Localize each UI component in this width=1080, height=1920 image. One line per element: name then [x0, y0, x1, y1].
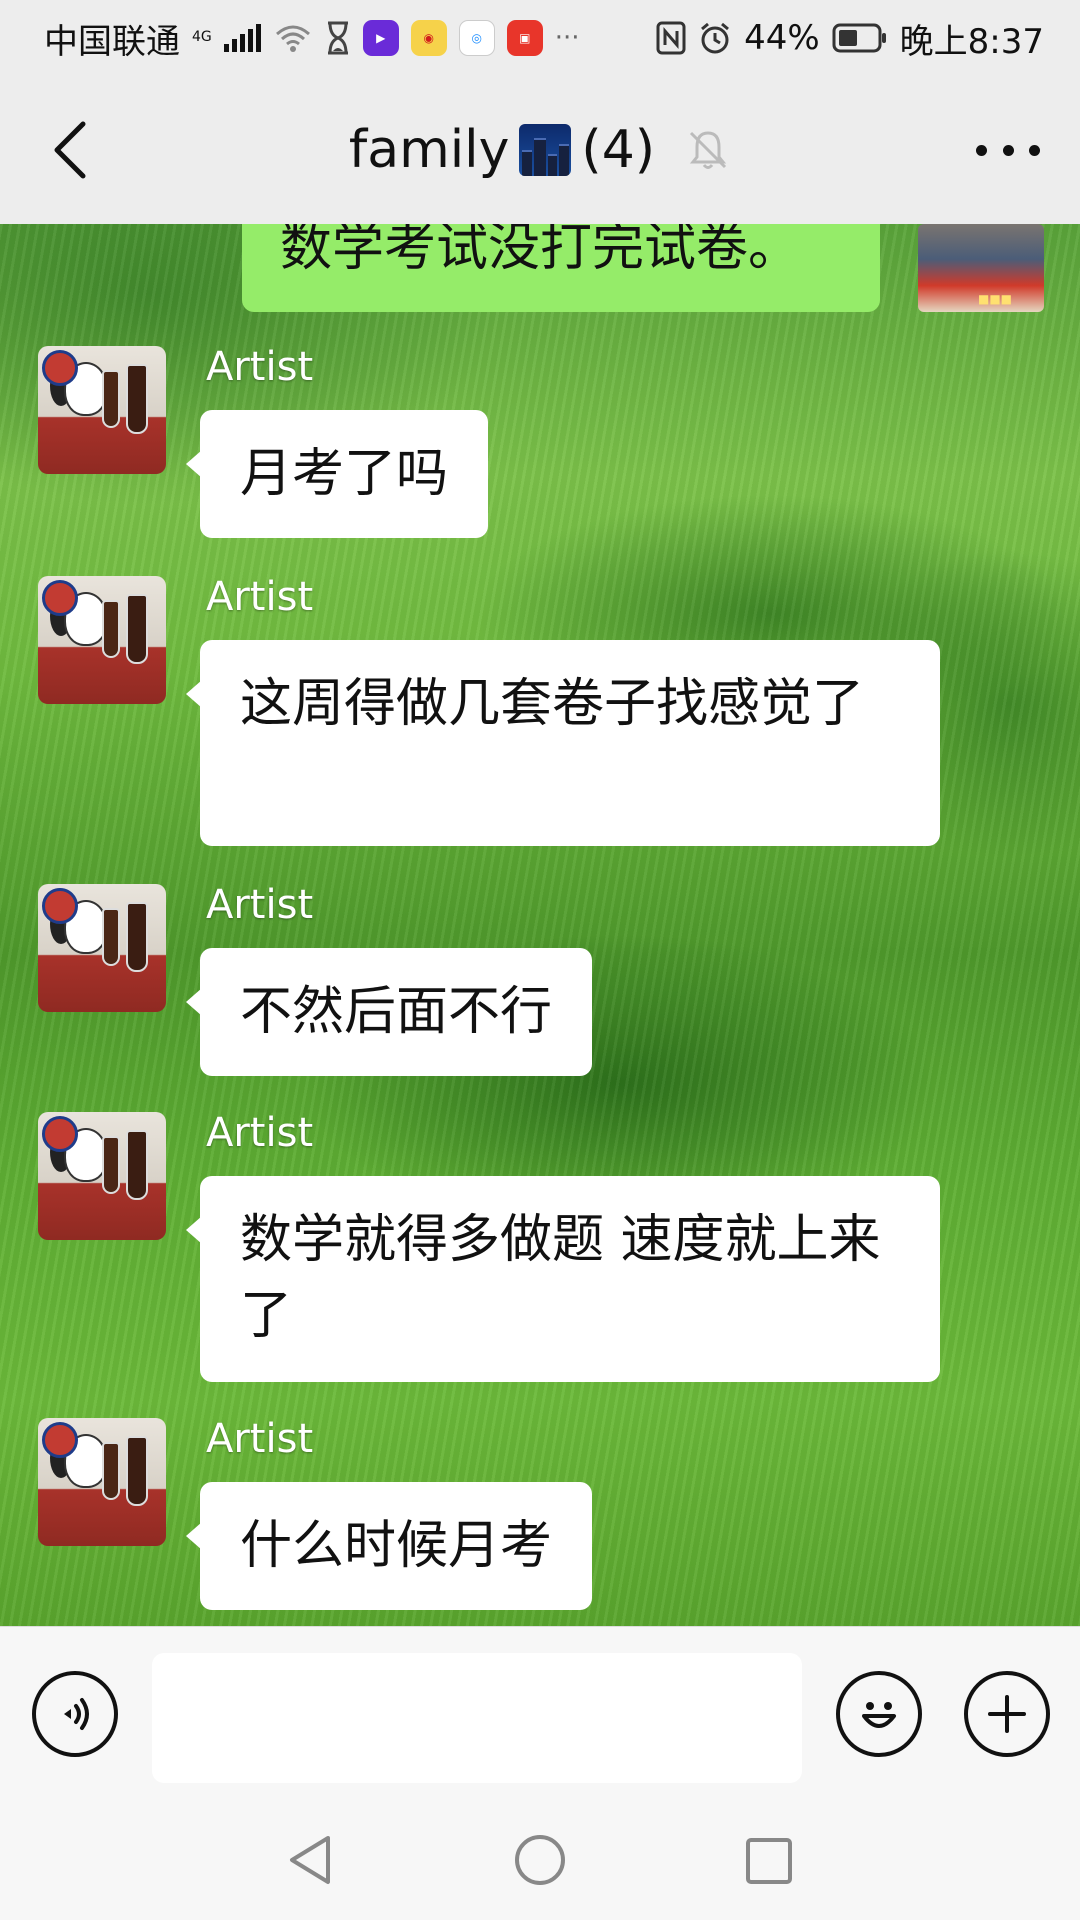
nav-home-icon[interactable] [512, 1832, 568, 1888]
weibo-icon: ◉ [410, 20, 447, 56]
clock: 晚上8:37 [899, 21, 1044, 62]
message-bubble[interactable]: 什么时候月考 [185, 1482, 593, 1610]
chat-title-area: family (4) [0, 76, 1080, 224]
securities-app-icon: ▣ [506, 20, 543, 56]
avatar[interactable] [38, 1112, 166, 1240]
chat-header: family (4) [0, 76, 1080, 224]
avatar[interactable] [38, 1418, 166, 1546]
nav-back-icon[interactable] [284, 1832, 334, 1888]
battery-percent: 44% [744, 18, 820, 58]
sender-name: Artist [206, 1110, 314, 1156]
message-item: Artist 不然后面不行 [0, 882, 1080, 1104]
more-notifications-icon: ··· [554, 23, 580, 53]
message-item-outgoing: 数学考试没打完试卷。 ■■■ [0, 224, 1080, 314]
avatar-self[interactable]: ■■■ [918, 224, 1044, 312]
sender-name: Artist [206, 1416, 314, 1462]
carrier-label: 中国联通 [44, 21, 180, 62]
input-bar [0, 1626, 1080, 1800]
browser-app-icon: ◎ [458, 20, 495, 56]
message-bubble[interactable]: 月考了吗 [185, 410, 489, 538]
alarm-icon [701, 22, 730, 54]
message-bubble[interactable]: 这周得做几套卷子找感觉了 [186, 640, 940, 846]
plus-button[interactable] [964, 1671, 1050, 1757]
plus-icon [988, 1695, 1026, 1733]
chat-message-list[interactable]: 数学考试没打完试卷。 ■■■ Artist 月考了吗 Artist 这周得做几套… [0, 224, 1080, 1626]
wifi-icon [275, 25, 310, 52]
message-text: 不然后面不行 [240, 982, 553, 1042]
chat-title: family [348, 120, 510, 180]
sender-name: Artist [206, 574, 314, 620]
more-options-button[interactable] [976, 130, 1040, 170]
voice-icon [64, 1698, 89, 1730]
nav-recents-icon[interactable] [744, 1836, 794, 1886]
message-text: 什么时候月考 [240, 1516, 553, 1576]
night-city-emoji-icon [519, 124, 572, 176]
bell-off-icon [689, 131, 727, 169]
voice-button[interactable] [32, 1671, 118, 1757]
nfc-icon [656, 21, 686, 55]
message-bubble[interactable]: 数学考试没打完试卷。 [242, 224, 880, 312]
hourglass-icon [327, 21, 348, 55]
emoji-button[interactable] [836, 1671, 922, 1757]
emoji-icon [862, 1702, 896, 1728]
message-text: 数学考试没打完试卷。 [280, 224, 801, 278]
battery-icon [832, 23, 886, 53]
signal-icon [223, 24, 261, 52]
message-bubble[interactable]: 数学就得多做题 速度就上来了 [186, 1176, 940, 1382]
message-item: Artist 什么时候月考 [0, 1416, 1080, 1618]
sender-name: Artist [206, 344, 314, 390]
message-item: Artist 月考了吗 [0, 344, 1080, 566]
message-input[interactable] [152, 1653, 802, 1783]
avatar[interactable] [38, 884, 166, 1012]
message-item: Artist 这周得做几套卷子找感觉了 [0, 574, 1080, 856]
message-text: 月考了吗 [240, 444, 449, 504]
avatar[interactable] [38, 346, 166, 474]
avatar[interactable] [38, 576, 166, 704]
message-item: Artist 数学就得多做题 速度就上来了 [0, 1110, 1080, 1392]
status-bar: 中国联通 4G ▶ ◉ ◎ ▣ ··· 44% 晚上8:37 [0, 0, 1080, 76]
more-dots-icon [976, 144, 987, 156]
message-text: 这周得做几套卷子找感觉了 [240, 674, 865, 734]
sender-name: Artist [206, 882, 314, 928]
message-text: 数学就得多做题 速度就上来了 [240, 1210, 881, 1346]
member-count: (4) [581, 120, 656, 180]
message-bubble[interactable]: 不然后面不行 [185, 948, 593, 1076]
network-type: 4G [192, 28, 212, 45]
video-app-icon: ▶ [362, 20, 399, 56]
system-nav-bar [0, 1800, 1080, 1920]
